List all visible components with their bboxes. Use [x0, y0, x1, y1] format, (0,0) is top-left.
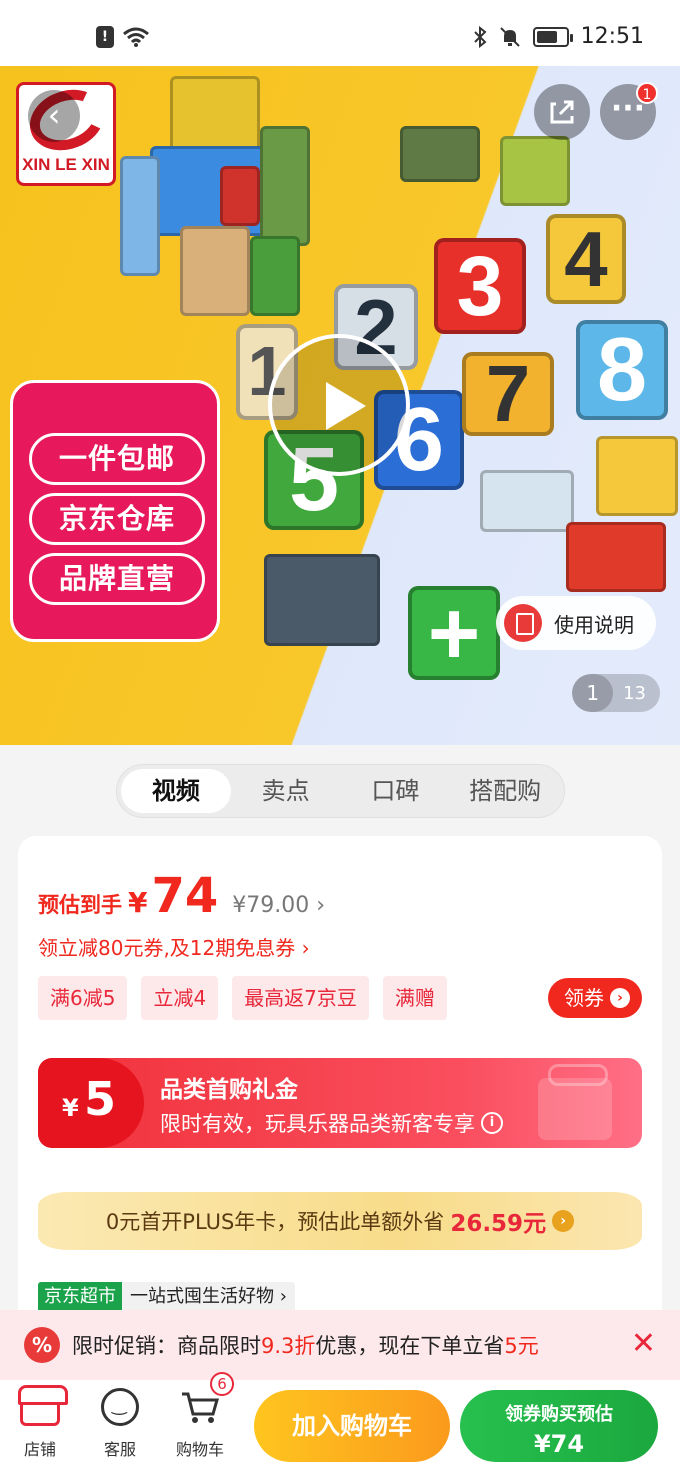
- robot-red-block: [566, 522, 666, 592]
- manual-button[interactable]: 使用说明: [496, 596, 656, 650]
- status-right: 12:51: [473, 24, 644, 49]
- promo-badge-brand-direct: 品牌直营: [29, 553, 205, 605]
- manual-icon: [504, 604, 542, 642]
- tab-video[interactable]: 视频: [121, 769, 231, 813]
- number-block-4: 4: [546, 214, 626, 304]
- status-left: !: [96, 26, 150, 48]
- back-button[interactable]: ‹: [28, 90, 80, 142]
- number-block-7: 7: [462, 352, 554, 436]
- pager-current: 1: [572, 674, 614, 712]
- plus-text: 0元首开PLUS年卡，预估此单额外省: [105, 1210, 445, 1234]
- share-icon: [550, 100, 574, 124]
- number-block-plus: +: [408, 586, 500, 680]
- share-button[interactable]: [534, 84, 590, 140]
- info-icon[interactable]: i: [481, 1112, 503, 1134]
- number-block-minus: [480, 470, 574, 532]
- promo-badge-free-shipping: 一件包邮: [29, 433, 205, 485]
- customer-service-icon: [101, 1388, 139, 1426]
- tab-reviews[interactable]: 口碑: [341, 769, 451, 813]
- buy-now-button[interactable]: 领券购买预估 ¥74: [460, 1390, 658, 1462]
- more-button[interactable]: ··· 1: [600, 82, 658, 140]
- section-tabs: 视频 卖点 口碑 搭配购: [116, 764, 565, 818]
- chevron-right-icon: ›: [301, 936, 310, 960]
- jd-supermarket-link[interactable]: 京东超市 一站式囤生活好物 ›: [38, 1282, 295, 1312]
- bluetooth-icon: [473, 25, 487, 48]
- market-badge: 京东超市: [38, 1282, 122, 1312]
- gift-subtitle: 限时有效，玩具乐器品类新客专享 i: [160, 1108, 503, 1138]
- estimated-price-label: 预估到手: [38, 893, 122, 917]
- shop-button[interactable]: 店铺: [8, 1385, 72, 1460]
- close-icon[interactable]: ✕: [631, 1328, 656, 1360]
- original-price[interactable]: ¥79.00 ›: [232, 893, 325, 918]
- robot-illustration: [110, 66, 330, 326]
- promo-tag[interactable]: 满6减5: [38, 976, 128, 1020]
- promo-badge-jd-warehouse: 京东仓库: [29, 493, 205, 545]
- market-text: 一站式囤生活好物 ›: [122, 1282, 295, 1312]
- number-block-equals: [264, 554, 380, 646]
- estimated-price: 74: [151, 868, 219, 924]
- plus-membership-banner[interactable]: 0元首开PLUS年卡，预估此单额外省 26.59元 ›: [38, 1192, 642, 1250]
- promo-tag[interactable]: 立减4: [141, 976, 219, 1020]
- pager-total: 13: [623, 682, 646, 704]
- alert-icon: !: [96, 26, 114, 48]
- gallery-pager: 1 13: [572, 674, 660, 712]
- gift-amount: ¥ 5: [38, 1058, 144, 1148]
- wifi-icon: [123, 27, 149, 47]
- price-row: 预估到手 ¥ 74 ¥79.00 ›: [38, 872, 325, 920]
- status-time: 12:51: [580, 24, 644, 49]
- gift-title: 品类首购礼金: [160, 1077, 298, 1103]
- number-block-3: 3: [434, 238, 526, 334]
- battery-icon: [532, 26, 573, 47]
- number-block-8: 8: [576, 320, 668, 420]
- play-video-button[interactable]: [268, 334, 410, 476]
- get-coupon-button[interactable]: 领券 ›: [548, 978, 642, 1018]
- status-bar: ! 12:51: [0, 0, 680, 66]
- first-purchase-gift-banner[interactable]: ¥ 5 品类首购礼金 限时有效，玩具乐器品类新客专享 i: [38, 1058, 642, 1148]
- chevron-right-icon: ›: [316, 893, 326, 918]
- coupon-info-link[interactable]: 领立减80元券,及12期免息券 ›: [38, 932, 310, 961]
- flash-sale-text: 限时促销：商品限时9.3折优惠，现在下单立省5元: [72, 1334, 539, 1358]
- notification-badge: 1: [636, 82, 658, 104]
- promo-tag[interactable]: 满赠: [382, 976, 447, 1020]
- bottom-action-bar: 店铺 客服 6 购物车 加入购物车 领券购买预估 ¥74: [0, 1372, 680, 1473]
- vehicle-block: [400, 126, 480, 182]
- price-card: 预估到手 ¥ 74 ¥79.00 › 领立减80元券,及12期免息券 › 满6减…: [18, 836, 662, 1336]
- discount-icon: %: [24, 1327, 60, 1363]
- manual-label: 使用说明: [554, 612, 634, 637]
- number-block-divide: [596, 436, 678, 516]
- cart-count-badge: 6: [210, 1372, 234, 1396]
- customer-service-button[interactable]: 客服: [88, 1388, 152, 1460]
- gift-box-icon: [538, 1064, 612, 1140]
- chevron-left-icon: ‹: [47, 96, 61, 134]
- chevron-right-icon: ›: [552, 1210, 575, 1232]
- product-gallery[interactable]: 1 2 3 4 5 6 7 8 + XIN LE XIN ‹ ··· 1 一件包…: [0, 66, 680, 745]
- currency-symbol: ¥: [128, 886, 148, 919]
- add-to-cart-button[interactable]: 加入购物车: [254, 1390, 450, 1462]
- shop-icon: [18, 1385, 68, 1426]
- tab-bundles[interactable]: 搭配购: [450, 769, 560, 813]
- product-page: ! 12:51 1 2 3 4 5 6 7 8 + XIN LE XIN ‹ ·…: [0, 0, 680, 1473]
- mute-bell-icon: [499, 26, 520, 47]
- tab-selling-points[interactable]: 卖点: [231, 769, 341, 813]
- promotion-tags: 满6减5 立减4 最高返7京豆 满赠: [38, 976, 447, 1020]
- chevron-right-icon: ›: [610, 988, 630, 1008]
- flash-sale-banner[interactable]: % 限时促销：商品限时9.3折优惠，现在下单立省5元 ✕: [0, 1310, 680, 1380]
- promo-card: 一件包邮 京东仓库 品牌直营: [10, 380, 220, 642]
- plus-savings: 26.59元: [450, 1211, 547, 1237]
- chevron-right-icon: ›: [279, 1286, 287, 1307]
- vehicle-block: [500, 136, 570, 206]
- promo-tag[interactable]: 最高返7京豆: [232, 976, 369, 1020]
- cart-button[interactable]: 6 购物车: [168, 1372, 234, 1460]
